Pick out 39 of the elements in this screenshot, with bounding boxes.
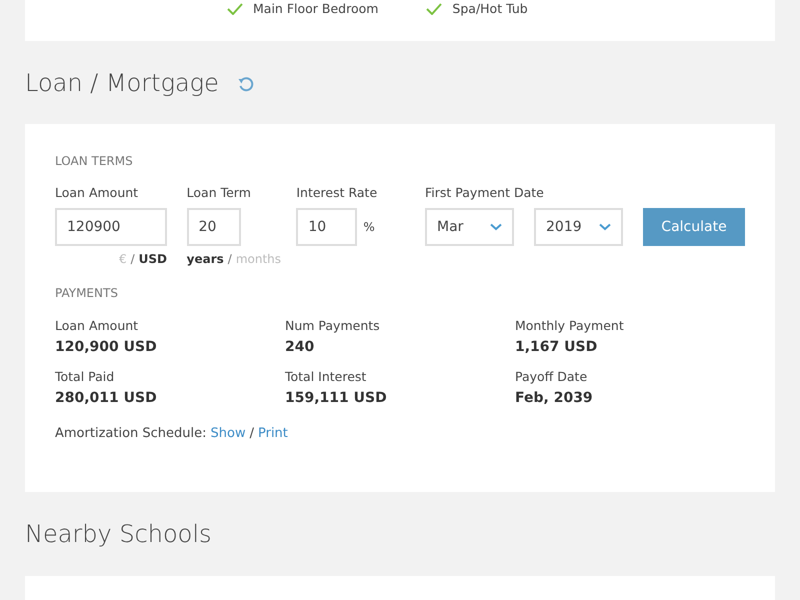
- stat-label: Total Interest: [285, 369, 368, 384]
- separator: /: [250, 426, 254, 441]
- stat-value: 240: [285, 339, 316, 355]
- feature-label: Main Floor Bedroom: [253, 1, 378, 16]
- stat-value: 120,900 USD: [55, 339, 158, 355]
- stat-label: Total Paid: [55, 369, 116, 384]
- stat-value: Feb, 2039: [515, 390, 594, 406]
- unit-toggle[interactable]: USD: [138, 252, 167, 266]
- section-title: Nearby Schools: [25, 520, 212, 548]
- field-label: Loan Term: [186, 186, 252, 202]
- section-heading: PAYMENTS: [55, 286, 119, 300]
- chevron-down-icon: [599, 223, 611, 231]
- stat-value: 280,011 USD: [55, 390, 158, 406]
- input-field[interactable]: 20: [186, 208, 241, 246]
- link[interactable]: Show: [210, 426, 246, 441]
- field-label: Interest Rate: [296, 186, 378, 202]
- amortization-label: Amortization Schedule:: [55, 426, 207, 441]
- separator: /: [228, 252, 232, 266]
- month-dropdown[interactable]: Mar: [425, 208, 514, 246]
- feature-label: Spa/Hot Tub: [452, 1, 528, 16]
- link[interactable]: Print: [258, 426, 288, 441]
- stat-value: 1,167 USD: [515, 339, 598, 355]
- input-field[interactable]: 10: [296, 208, 358, 246]
- unit-toggle[interactable]: years: [186, 252, 224, 266]
- section-heading: LOAN TERMS: [55, 154, 134, 168]
- chevron-down-icon: [490, 223, 502, 231]
- stat-label: Loan Amount: [55, 318, 140, 333]
- section-title: Loan / Mortgage: [25, 68, 219, 96]
- stat-value: 159,111 USD: [285, 390, 388, 406]
- field-label: Loan Amount: [55, 186, 140, 202]
- input-field[interactable]: 120900: [55, 208, 167, 246]
- stat-label: Monthly Payment: [515, 318, 625, 333]
- separator: /: [130, 252, 135, 266]
- stat-label: Num Payments: [285, 318, 381, 333]
- stat-label: Payoff Date: [515, 369, 588, 384]
- field-label: First Payment Date: [425, 186, 545, 202]
- unit-label: %: [363, 220, 375, 234]
- year-dropdown[interactable]: 2019: [534, 208, 623, 246]
- reset-icon[interactable]: [236, 74, 255, 92]
